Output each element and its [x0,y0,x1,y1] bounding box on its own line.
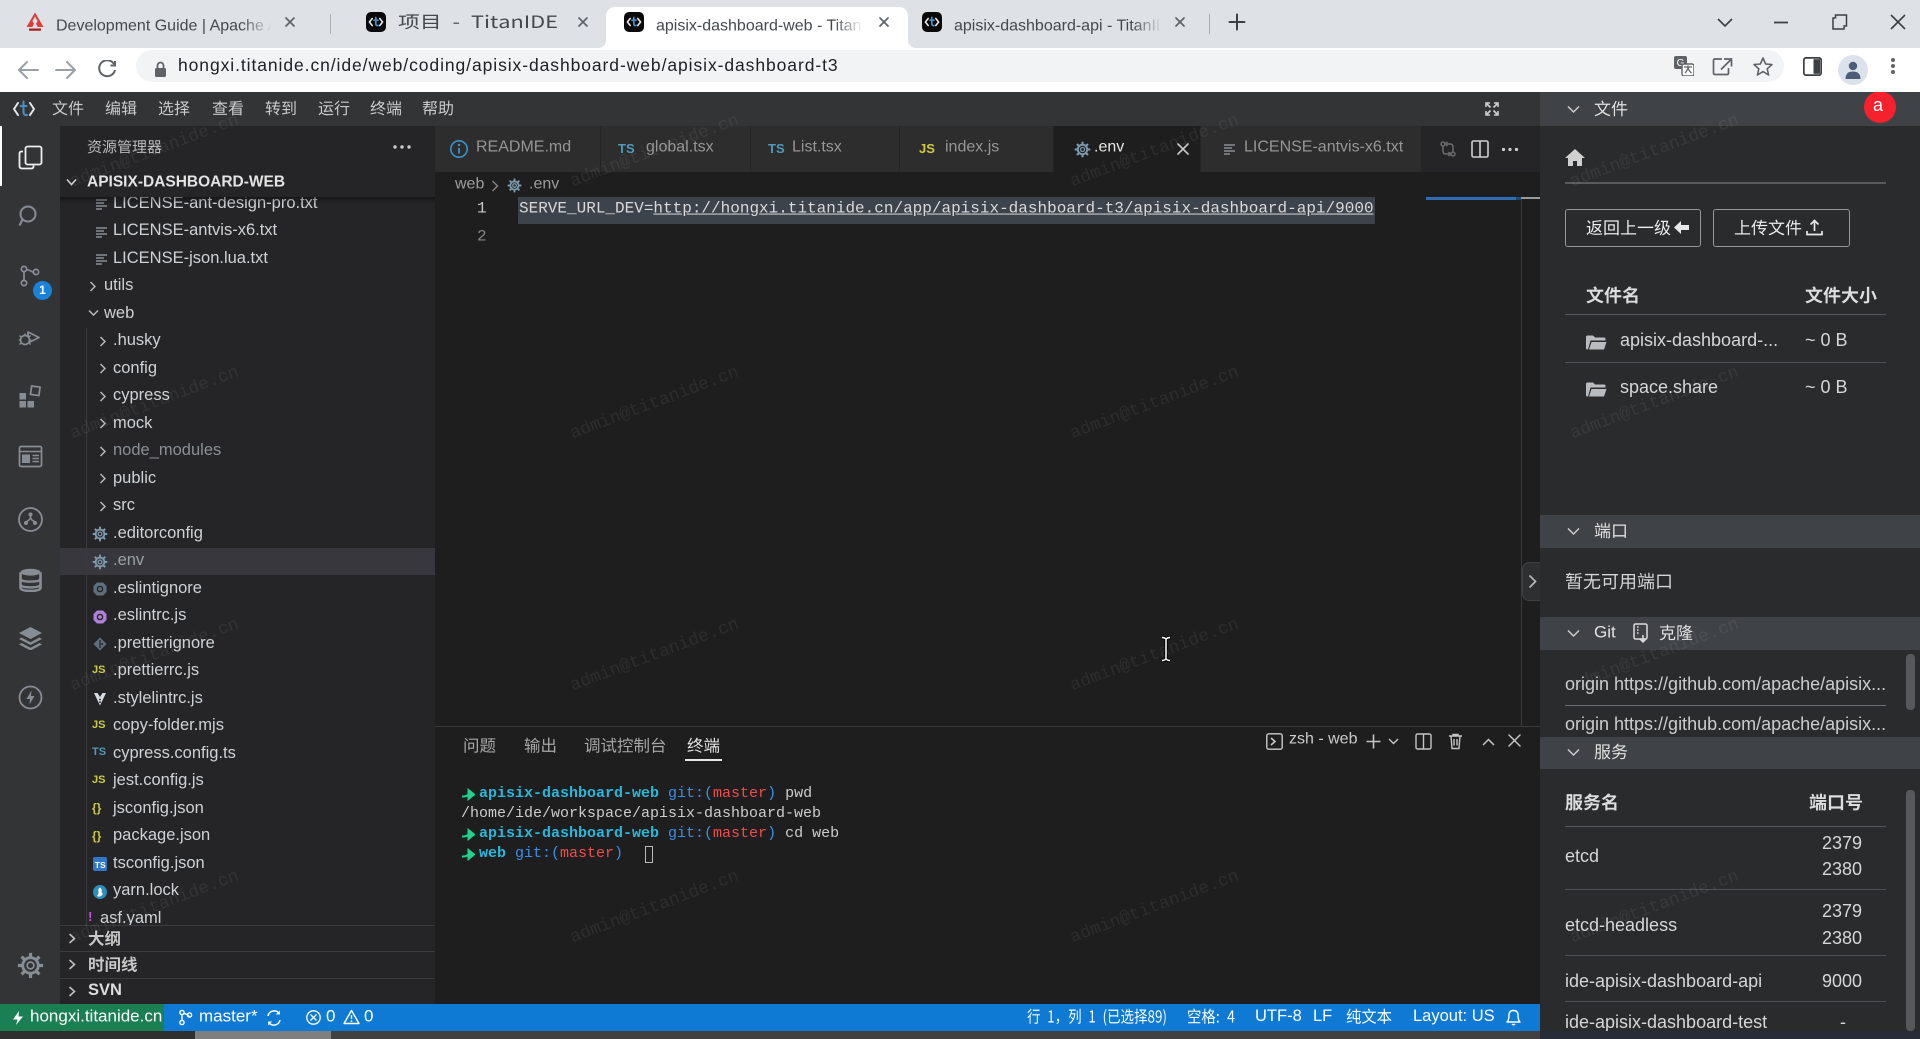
svg-text:TS: TS [95,860,106,870]
